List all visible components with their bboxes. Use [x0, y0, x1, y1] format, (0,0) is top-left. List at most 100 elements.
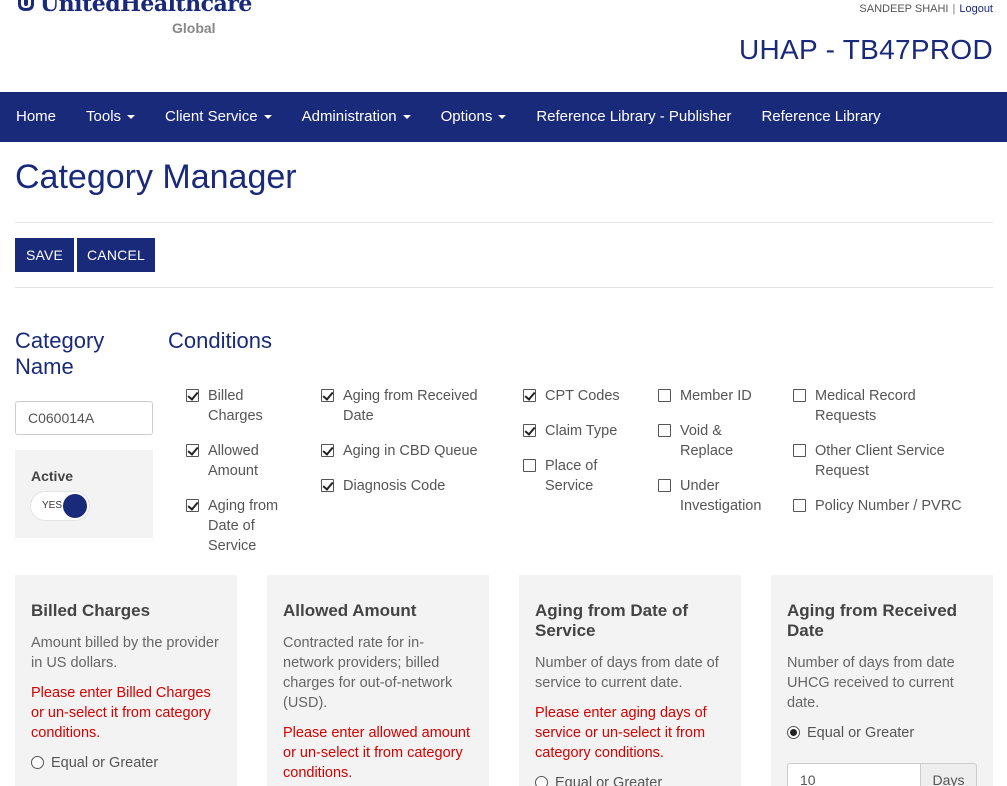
condition-label: Aging from Date of Service: [208, 498, 279, 554]
user-bar-separator: |: [952, 3, 956, 15]
nav-options[interactable]: Options: [426, 92, 522, 142]
unitedhealthcare-logo[interactable]: UnitedHealthcare Global: [14, 0, 252, 38]
panel-error: Please enter allowed amount or un-select…: [283, 725, 471, 781]
panel-title: Allowed Amount: [283, 601, 417, 620]
condition-under-investigation[interactable]: Under Investigation: [658, 476, 770, 516]
logo-brand-text: UnitedHealthcare: [40, 0, 252, 17]
caret-down-icon: [263, 115, 272, 120]
condition-allowed-amount[interactable]: Allowed Amount: [186, 441, 294, 481]
checkbox-icon[interactable]: [793, 389, 806, 402]
active-panel: Active YES: [15, 450, 153, 538]
nav-reference-library-publisher-label: Reference Library - Publisher: [536, 108, 732, 125]
checkbox-icon[interactable]: [793, 499, 806, 512]
panel-aging-received: Aging from Received Date Number of days …: [771, 575, 993, 786]
nav-reference-library-publisher[interactable]: Reference Library - Publisher: [521, 92, 746, 142]
panel-title: Aging from Received Date: [787, 601, 958, 640]
checkbox-icon[interactable]: [658, 389, 671, 402]
checkbox-icon[interactable]: [523, 389, 536, 402]
panel-title: Billed Charges: [31, 601, 151, 620]
unitedhealthcare-logo-icon: [18, 0, 34, 11]
radio-icon[interactable]: [787, 726, 800, 739]
condition-aging-cbd-queue[interactable]: Aging in CBD Queue: [321, 441, 501, 461]
divider: [15, 222, 993, 223]
logo-sub-text: Global: [172, 20, 216, 36]
checkbox-icon[interactable]: [186, 499, 199, 512]
condition-other-client-service[interactable]: Other Client Service Request: [793, 441, 973, 481]
days-input[interactable]: [787, 763, 920, 786]
days-addon: Days: [920, 763, 977, 786]
nav-reference-library-label: Reference Library: [761, 108, 881, 125]
panel-description: Amount billed by the provider in US doll…: [31, 635, 219, 671]
nav-administration-label: Administration: [301, 108, 397, 125]
condition-policy-number[interactable]: Policy Number / PVRC: [793, 496, 973, 516]
checkbox-icon[interactable]: [321, 389, 334, 402]
nav-client-service-label: Client Service: [165, 108, 258, 125]
panel-error: Please enter aging days of service or un…: [535, 705, 707, 761]
nav-tools[interactable]: Tools: [71, 92, 150, 142]
environment-title: UHAP - TB47PROD: [739, 34, 993, 65]
checkbox-icon[interactable]: [321, 444, 334, 457]
condition-label: Member ID: [680, 388, 752, 404]
condition-label: Claim Type: [545, 423, 618, 439]
condition-label: Aging from Received Date: [343, 388, 478, 424]
checkbox-icon[interactable]: [186, 444, 199, 457]
nav-home-label: Home: [16, 108, 57, 125]
active-label: Active: [31, 468, 74, 484]
condition-label: Policy Number / PVRC: [815, 498, 962, 514]
condition-aging-dos[interactable]: Aging from Date of Service: [186, 496, 294, 556]
condition-billed-charges[interactable]: Billed Charges: [186, 386, 294, 426]
radio-equal-or-greater[interactable]: Equal or Greater: [535, 773, 725, 786]
conditions-column-4: Member ID Void & Replace Under Investiga…: [658, 386, 770, 531]
condition-label: Aging in CBD Queue: [343, 443, 478, 459]
condition-place-of-service[interactable]: Place of Service: [523, 456, 633, 496]
condition-claim-type[interactable]: Claim Type: [523, 421, 633, 441]
condition-diagnosis-code[interactable]: Diagnosis Code: [321, 476, 501, 496]
radio-icon[interactable]: [31, 756, 44, 769]
nav-client-service[interactable]: Client Service: [150, 92, 287, 142]
condition-void-replace[interactable]: Void & Replace: [658, 421, 770, 461]
radio-equal-or-greater[interactable]: Equal or Greater: [31, 753, 221, 773]
category-name-heading: Category Name: [15, 328, 105, 379]
nav-reference-library[interactable]: Reference Library: [746, 92, 895, 142]
checkbox-icon[interactable]: [658, 424, 671, 437]
radio-label: Equal or Greater: [807, 725, 915, 741]
active-toggle[interactable]: YES: [31, 492, 89, 520]
caret-down-icon: [402, 115, 411, 120]
radio-label: Equal or Greater: [555, 775, 663, 786]
panel-allowed-amount: Allowed Amount Contracted rate for in-ne…: [267, 575, 489, 786]
checkbox-icon[interactable]: [321, 479, 334, 492]
save-button[interactable]: SAVE: [15, 238, 74, 272]
panel-description: Number of days from date of service to c…: [535, 655, 719, 691]
checkbox-icon[interactable]: [793, 444, 806, 457]
panel-error: Please enter Billed Charges or un-select…: [31, 685, 211, 741]
toggle-knob-icon: [63, 494, 87, 518]
radio-label: Equal or Greater: [51, 755, 159, 771]
radio-icon[interactable]: [535, 776, 548, 786]
condition-member-id[interactable]: Member ID: [658, 386, 770, 406]
panel-billed-charges: Billed Charges Amount billed by the prov…: [15, 575, 237, 786]
nav-home[interactable]: Home: [1, 92, 71, 142]
checkbox-icon[interactable]: [523, 424, 536, 437]
nav-options-label: Options: [440, 108, 493, 125]
checkbox-icon[interactable]: [658, 479, 671, 492]
logout-link[interactable]: Logout: [959, 3, 993, 15]
condition-aging-received[interactable]: Aging from Received Date: [321, 386, 501, 426]
condition-label: Place of Service: [545, 458, 598, 494]
radio-equal-or-greater[interactable]: Equal or Greater: [787, 723, 977, 743]
checkbox-icon[interactable]: [523, 459, 536, 472]
category-name-input[interactable]: [15, 401, 153, 435]
condition-label: Allowed Amount: [208, 443, 259, 479]
panel-description: Contracted rate for in-network providers…: [283, 635, 453, 711]
condition-medical-record-requests[interactable]: Medical Record Requests: [793, 386, 973, 426]
toggle-text: YES: [42, 500, 63, 511]
nav-administration[interactable]: Administration: [287, 92, 426, 142]
conditions-column-3: CPT Codes Claim Type Place of Service: [523, 386, 633, 511]
page-title: Category Manager: [15, 158, 297, 196]
condition-label: Diagnosis Code: [343, 478, 446, 494]
conditions-column-1: Billed Charges Allowed Amount Aging from…: [186, 386, 294, 571]
checkbox-icon[interactable]: [186, 389, 199, 402]
condition-cpt-codes[interactable]: CPT Codes: [523, 386, 633, 406]
panel-aging-dos: Aging from Date of Service Number of day…: [519, 575, 741, 786]
days-input-group: Days: [787, 763, 977, 786]
cancel-button[interactable]: CANCEL: [77, 238, 155, 272]
